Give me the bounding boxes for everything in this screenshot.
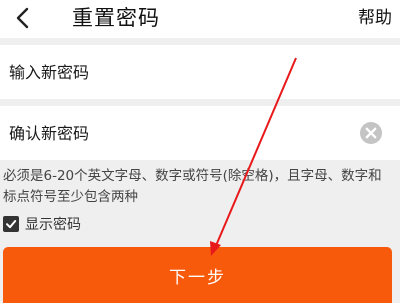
confirm-password-input[interactable]	[0, 106, 340, 160]
back-button[interactable]	[10, 3, 38, 33]
new-password-row	[0, 45, 400, 99]
new-password-input[interactable]	[0, 45, 340, 99]
top-bar: 重置密码 帮助	[0, 0, 400, 38]
show-password-checkbox[interactable]	[3, 216, 19, 232]
confirm-password-row	[0, 106, 400, 160]
password-rule-hint: 必须是6-20个英文字母、数字或符号(除空格)，且字母、数字和标点符号至少包含两…	[3, 168, 382, 205]
clear-circle-icon	[360, 122, 382, 144]
reset-password-screen: 重置密码 帮助 必须是6-20个英文字母、数字或符号(除空格)，且字母、数字和标…	[0, 0, 400, 303]
next-step-button[interactable]: 下一步	[3, 247, 392, 303]
show-password-label: 显示密码	[25, 217, 81, 233]
page-title: 重置密码	[72, 6, 160, 30]
checkmark-icon	[6, 220, 17, 229]
show-password-toggle[interactable]: 显示密码	[3, 213, 81, 235]
clear-input-button[interactable]	[360, 122, 382, 144]
chevron-left-icon	[16, 7, 29, 29]
help-link[interactable]: 帮助	[358, 5, 392, 31]
